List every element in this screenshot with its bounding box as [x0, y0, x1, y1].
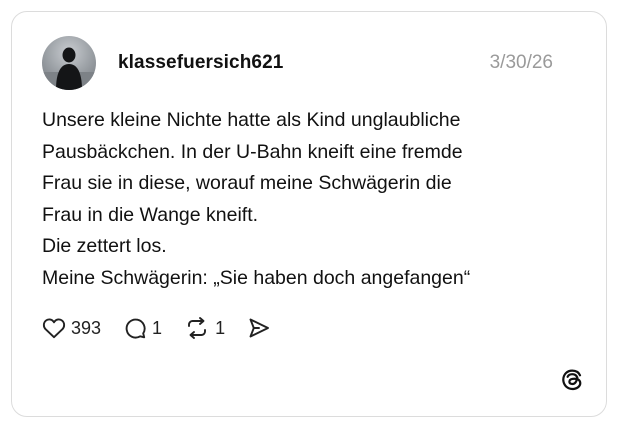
post-text-line: Meine Schwägerin: „Sie haben doch angefa…: [42, 266, 471, 289]
send-icon: [249, 318, 270, 338]
repost-arrows-icon: [188, 317, 207, 339]
post-card: klassefuersich621 3/30/26 Unsere kleine …: [11, 11, 607, 417]
reply-button[interactable]: 1: [123, 316, 162, 340]
post-date: 3/30/26: [489, 52, 553, 73]
heart-icon: [42, 318, 66, 339]
post-text-line: Frau in die Wange kneift.: [42, 203, 259, 226]
post-text-line: Die zettert los.: [42, 235, 167, 258]
threads-logo-icon[interactable]: [560, 368, 584, 392]
avatar-image: [42, 47, 96, 90]
share-button[interactable]: [247, 317, 271, 339]
like-count: 393: [71, 317, 102, 338]
avatar[interactable]: [42, 36, 96, 90]
post-actions: 393 1 1: [42, 313, 293, 343]
post-text: Unsere kleine Nichte hatte als Kind ungl…: [42, 105, 582, 295]
reply-count: 1: [152, 317, 163, 338]
username[interactable]: klassefuersich621: [118, 52, 283, 74]
post-text-line: Frau sie in diese, worauf meine Schwäger…: [42, 172, 452, 195]
speech-bubble-icon: [125, 318, 146, 339]
post-text-line: Pausbäckchen. In der U-Bahn kneift eine …: [42, 140, 463, 163]
like-button[interactable]: 393: [42, 317, 101, 339]
repost-button[interactable]: 1: [184, 316, 225, 340]
post-text-line: Unsere kleine Nichte hatte als Kind ungl…: [42, 109, 461, 131]
repost-count: 1: [215, 317, 226, 338]
